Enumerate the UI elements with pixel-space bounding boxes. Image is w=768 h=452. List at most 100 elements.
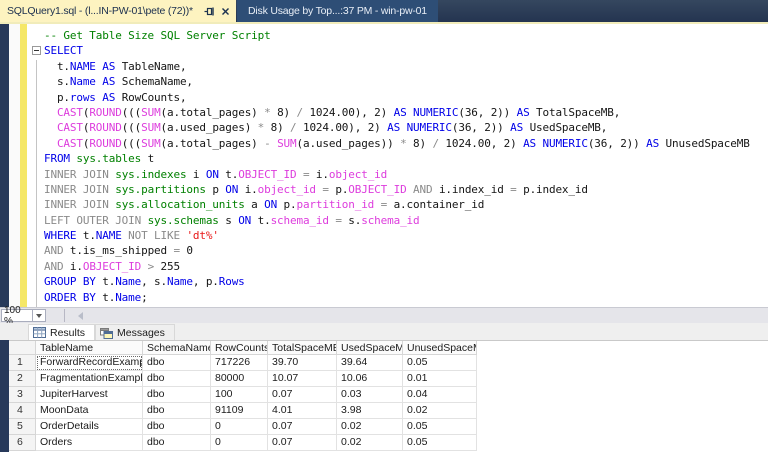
code-line[interactable]: CAST(ROUND(((SUM(a.used_pages) * 8) / 10… [44,120,768,135]
grid-cell[interactable]: 91109 [211,403,268,419]
grid-cell[interactable]: 0 [211,419,268,435]
grid-cell[interactable]: 39.64 [337,355,403,371]
pin-icon[interactable] [203,5,216,18]
code-line[interactable]: INNER JOIN sys.partitions p ON i.object_… [44,182,768,197]
code-line[interactable]: ORDER BY t.Name; [44,290,768,305]
code-line[interactable]: FROM sys.tables t [44,151,768,166]
code-line[interactable]: p.rows AS RowCounts, [44,90,768,105]
code-token: OBJECT_ID [83,260,141,273]
grid-cell[interactable]: dbo [143,371,211,387]
grid-cell[interactable]: 717226 [211,355,268,371]
scroll-left-arrow-icon[interactable] [78,312,83,320]
column-header-usedspacemb[interactable]: UsedSpaceMB [337,341,403,355]
grid-cell[interactable]: 0 [211,435,268,451]
code-token: ((( [122,121,141,134]
row-number[interactable]: 5 [9,419,36,435]
grid-cell[interactable]: Orders [36,435,143,451]
grid-cell[interactable]: 0.05 [403,435,477,451]
code-line[interactable]: CAST(ROUND(((SUM(a.total_pages) * 8) / 1… [44,105,768,120]
column-header-unusedspacemb[interactable]: UnusedSpaceMB [403,341,477,355]
row-number[interactable]: 6 [9,435,36,451]
column-header-tablename[interactable]: TableName [36,341,143,355]
code-line[interactable]: WHERE t.NAME NOT LIKE 'dt%' [44,228,768,243]
grid-cell[interactable]: dbo [143,435,211,451]
grid-cell[interactable]: 0.01 [403,371,477,387]
grid-cell[interactable]: dbo [143,387,211,403]
code-token: AS [646,137,659,150]
grid-cell[interactable]: 0.02 [337,435,403,451]
code-token: NOT LIKE [128,229,180,242]
results-grid[interactable]: TableNameSchemaNameRowCountsTotalSpaceMB… [9,340,768,452]
code-line[interactable]: INNER JOIN sys.allocation_units a ON p.p… [44,197,768,212]
grid-cell[interactable]: JupiterHarvest [36,387,143,403]
collapse-toggle-icon[interactable] [32,46,41,55]
code-area[interactable]: -- Get Table Size SQL Server ScriptSELEC… [9,28,768,305]
grid-cell[interactable]: OrderDetails [36,419,143,435]
code-line[interactable]: GROUP BY t.Name, s.Name, p.Rows [44,274,768,289]
grid-cell[interactable]: 4.01 [268,403,337,419]
grid-cell[interactable]: 0.05 [403,419,477,435]
code-line[interactable]: AND t.is_ms_shipped = 0 [44,243,768,258]
code-token: partition_id [296,198,374,211]
row-number[interactable]: 1 [9,355,36,371]
grid-cell[interactable]: 0.07 [268,435,337,451]
row-number[interactable]: 4 [9,403,36,419]
code-token: UnusedSpaceMB [659,137,750,150]
code-token: AND [413,183,432,196]
scrollbar-splitter[interactable] [64,309,65,322]
code-line[interactable]: CAST(ROUND(((SUM(a.total_pages) - SUM(a.… [44,136,768,151]
grid-cell[interactable]: dbo [143,419,211,435]
column-header-schemaname[interactable]: SchemaName [143,341,211,355]
grid-cell[interactable]: 80000 [211,371,268,387]
row-number[interactable]: 3 [9,387,36,403]
column-header-rowcounts[interactable]: RowCounts [211,341,268,355]
code-line[interactable]: LEFT OUTER JOIN sys.schemas s ON t.schem… [44,213,768,228]
grid-cell[interactable]: 0.07 [268,419,337,435]
row-number[interactable]: 2 [9,371,36,387]
close-icon[interactable] [219,5,232,18]
grid-cell[interactable]: 10.07 [268,371,337,387]
code-token: s. [44,75,70,88]
column-header-totalspacemb[interactable]: TotalSpaceMB [268,341,337,355]
tab-disk-usage-report[interactable]: Disk Usage by Top...:37 PM - win-pw-01 [237,0,438,22]
code-line[interactable]: -- Get Table Size SQL Server Script [44,28,768,43]
code-token: TotalSpaceMB, [530,106,621,119]
grid-cell[interactable]: FragmentationExample [36,371,143,387]
code-line[interactable]: INNER JOIN sys.indexes i ON t.OBJECT_ID … [44,167,768,182]
grid-cell[interactable]: 100 [211,387,268,403]
code-token: t. [44,60,70,73]
results-tab-label: Results [50,327,85,339]
grid-cell[interactable]: 0.02 [403,403,477,419]
sql-editor[interactable]: -- Get Table Size SQL Server ScriptSELEC… [9,24,768,307]
grid-cell[interactable]: MoonData [36,403,143,419]
code-line[interactable]: s.Name AS SchemaName, [44,74,768,89]
code-token: ON [225,183,238,196]
tab-sqlquery1[interactable]: SQLQuery1.sql - (l...IN-PW-01\pete (72))… [0,0,236,22]
grid-cell[interactable]: dbo [143,403,211,419]
tab-results[interactable]: Results [28,324,95,340]
zoom-level-select[interactable]: 100 % [1,309,46,322]
grid-cell[interactable]: 0.03 [337,387,403,403]
tab-messages[interactable]: Messages [95,324,175,340]
grid-cell[interactable]: 0.07 [268,387,337,403]
grid-cell[interactable]: 0.04 [403,387,477,403]
code-token: (36, 2)) [588,137,646,150]
code-token: a.container_id [387,198,484,211]
code-line[interactable]: SELECT [44,43,768,58]
grid-cell[interactable]: 39.70 [268,355,337,371]
grid-cell[interactable]: 3.98 [337,403,403,419]
grid-cell[interactable]: 0.02 [337,419,403,435]
grid-cell[interactable]: 0.05 [403,355,477,371]
code-token: ROUND [89,137,121,150]
code-token: AS [387,121,400,134]
grid-cell[interactable]: 10.06 [337,371,403,387]
grid-corner-cell[interactable] [9,341,36,355]
code-token: NAME [70,60,96,73]
chevron-down-icon[interactable] [33,309,46,322]
code-token: NUMERIC [407,121,452,134]
code-token: ON [238,214,251,227]
code-line[interactable]: t.NAME AS TableName, [44,59,768,74]
grid-cell[interactable]: dbo [143,355,211,371]
code-line[interactable]: AND i.OBJECT_ID > 255 [44,259,768,274]
grid-cell[interactable]: ForwardRecordExample [36,355,143,371]
